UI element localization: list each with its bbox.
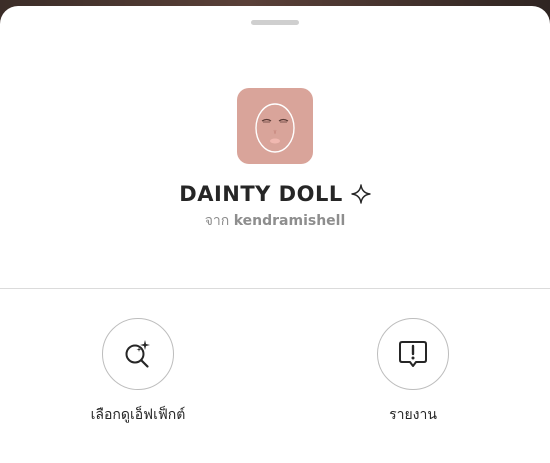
report-label: รายงาน (389, 407, 437, 423)
byline-prefix: จาก (204, 213, 230, 229)
creator-username[interactable]: kendramishell (234, 213, 346, 229)
browse-effects-button[interactable]: เลือกดูเอ็ฟเฟ็กต์ (38, 318, 238, 438)
creator-byline: จาก kendramishell (0, 210, 550, 232)
browse-effects-icon-circle[interactable] (102, 318, 174, 390)
effect-name: DAINTY DOLL (179, 182, 343, 206)
search-sparkle-icon (125, 340, 150, 368)
doll-face-icon (255, 103, 295, 153)
divider (0, 288, 550, 289)
browse-effects-label: เลือกดูเอ็ฟเฟ็กต์ (90, 407, 186, 423)
bottom-sheet: DAINTY DOLL จาก kendramishell เลือกดูเอ็… (0, 6, 550, 463)
report-icon-circle[interactable] (377, 318, 449, 390)
report-button[interactable]: รายงาน (313, 318, 513, 438)
sparkle-icon (351, 184, 371, 204)
effect-title-row: DAINTY DOLL (0, 176, 550, 212)
report-icon (399, 341, 427, 367)
drag-handle[interactable] (251, 20, 299, 25)
effect-thumbnail (237, 88, 313, 164)
